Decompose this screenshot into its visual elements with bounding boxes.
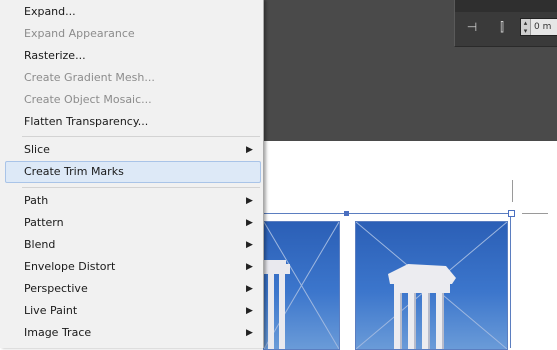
menu-item-label: Image Trace <box>24 326 92 339</box>
menu-item-live-paint[interactable]: Live Paint ▶ <box>0 300 262 322</box>
menu-item-create-trim-marks[interactable]: Create Trim Marks <box>0 161 262 183</box>
menu-item-expand[interactable]: Expand... <box>0 1 262 23</box>
submenu-arrow-icon: ▶ <box>246 262 253 272</box>
submenu-arrow-icon: ▶ <box>246 145 253 155</box>
menu-item-perspective[interactable]: Perspective ▶ <box>0 278 262 300</box>
menu-item-envelope-distort[interactable]: Envelope Distort ▶ <box>0 256 262 278</box>
menu-item-label: Envelope Distort <box>24 260 116 273</box>
submenu-arrow-icon: ▶ <box>246 218 253 228</box>
submenu-arrow-icon: ▶ <box>246 328 253 338</box>
photo-thumbnail-left[interactable] <box>263 221 340 350</box>
menu-item-label: Create Gradient Mesh... <box>24 71 155 84</box>
menu-item-label: Blend <box>24 238 56 251</box>
menu-item-pattern[interactable]: Pattern ▶ <box>0 212 262 234</box>
menu-item-label: Expand Appearance <box>24 27 135 40</box>
menu-item-label: Flatten Transparency... <box>24 115 149 128</box>
menu-item-label: Rasterize... <box>24 49 86 62</box>
menu-item-blend[interactable]: Blend ▶ <box>0 234 262 256</box>
control-panel-strip <box>455 0 557 12</box>
menu-item-rasterize[interactable]: Rasterize... <box>0 45 262 67</box>
menu-item-label: Create Trim Marks <box>24 165 124 178</box>
trim-mark-horizontal <box>522 213 548 214</box>
object-menu-dropdown: Expand... Expand Appearance Rasterize...… <box>0 0 264 348</box>
menu-item-flatten-transparency[interactable]: Flatten Transparency... <box>0 111 262 133</box>
menu-item-label: Create Object Mosaic... <box>24 93 152 106</box>
menu-item-create-object-mosaic: Create Object Mosaic... <box>0 89 262 111</box>
submenu-arrow-icon: ▶ <box>246 306 253 316</box>
menu-separator <box>22 136 260 137</box>
selection-handle-top-middle[interactable] <box>344 211 349 216</box>
ruins-image-right <box>356 222 507 349</box>
menu-item-path[interactable]: Path ▶ <box>0 190 262 212</box>
spin-value[interactable]: 0 m <box>531 22 551 32</box>
submenu-arrow-icon: ▶ <box>246 284 253 294</box>
menu-separator <box>22 187 260 188</box>
selection-handle-top-right[interactable] <box>508 210 515 217</box>
menu-item-label: Perspective <box>24 282 88 295</box>
menu-item-label: Pattern <box>24 216 64 229</box>
trim-mark-vertical <box>512 180 513 202</box>
photo-thumbnail-right[interactable] <box>355 221 508 350</box>
menu-item-label: Live Paint <box>24 304 78 317</box>
ruins-image-left <box>264 222 339 349</box>
control-panel: ⊣ ⫿ ▴ ▾ 0 m <box>454 0 557 47</box>
align-left-icon[interactable]: ⊣ <box>465 20 479 34</box>
align-center-icon[interactable]: ⫿ <box>495 20 509 34</box>
menu-item-slice[interactable]: Slice ▶ <box>0 139 262 161</box>
menu-item-label: Slice <box>24 143 50 156</box>
menu-item-image-trace[interactable]: Image Trace ▶ <box>0 322 262 344</box>
menu-item-create-gradient-mesh: Create Gradient Mesh... <box>0 67 262 89</box>
spinner-arrows-icon[interactable]: ▴ ▾ <box>521 19 531 35</box>
menu-item-label: Path <box>24 194 49 207</box>
submenu-arrow-icon: ▶ <box>246 196 253 206</box>
menu-item-expand-appearance: Expand Appearance <box>0 23 262 45</box>
submenu-arrow-icon: ▶ <box>246 240 253 250</box>
menu-item-label: Expand... <box>24 5 76 18</box>
spin-field[interactable]: ▴ ▾ 0 m <box>520 18 557 36</box>
